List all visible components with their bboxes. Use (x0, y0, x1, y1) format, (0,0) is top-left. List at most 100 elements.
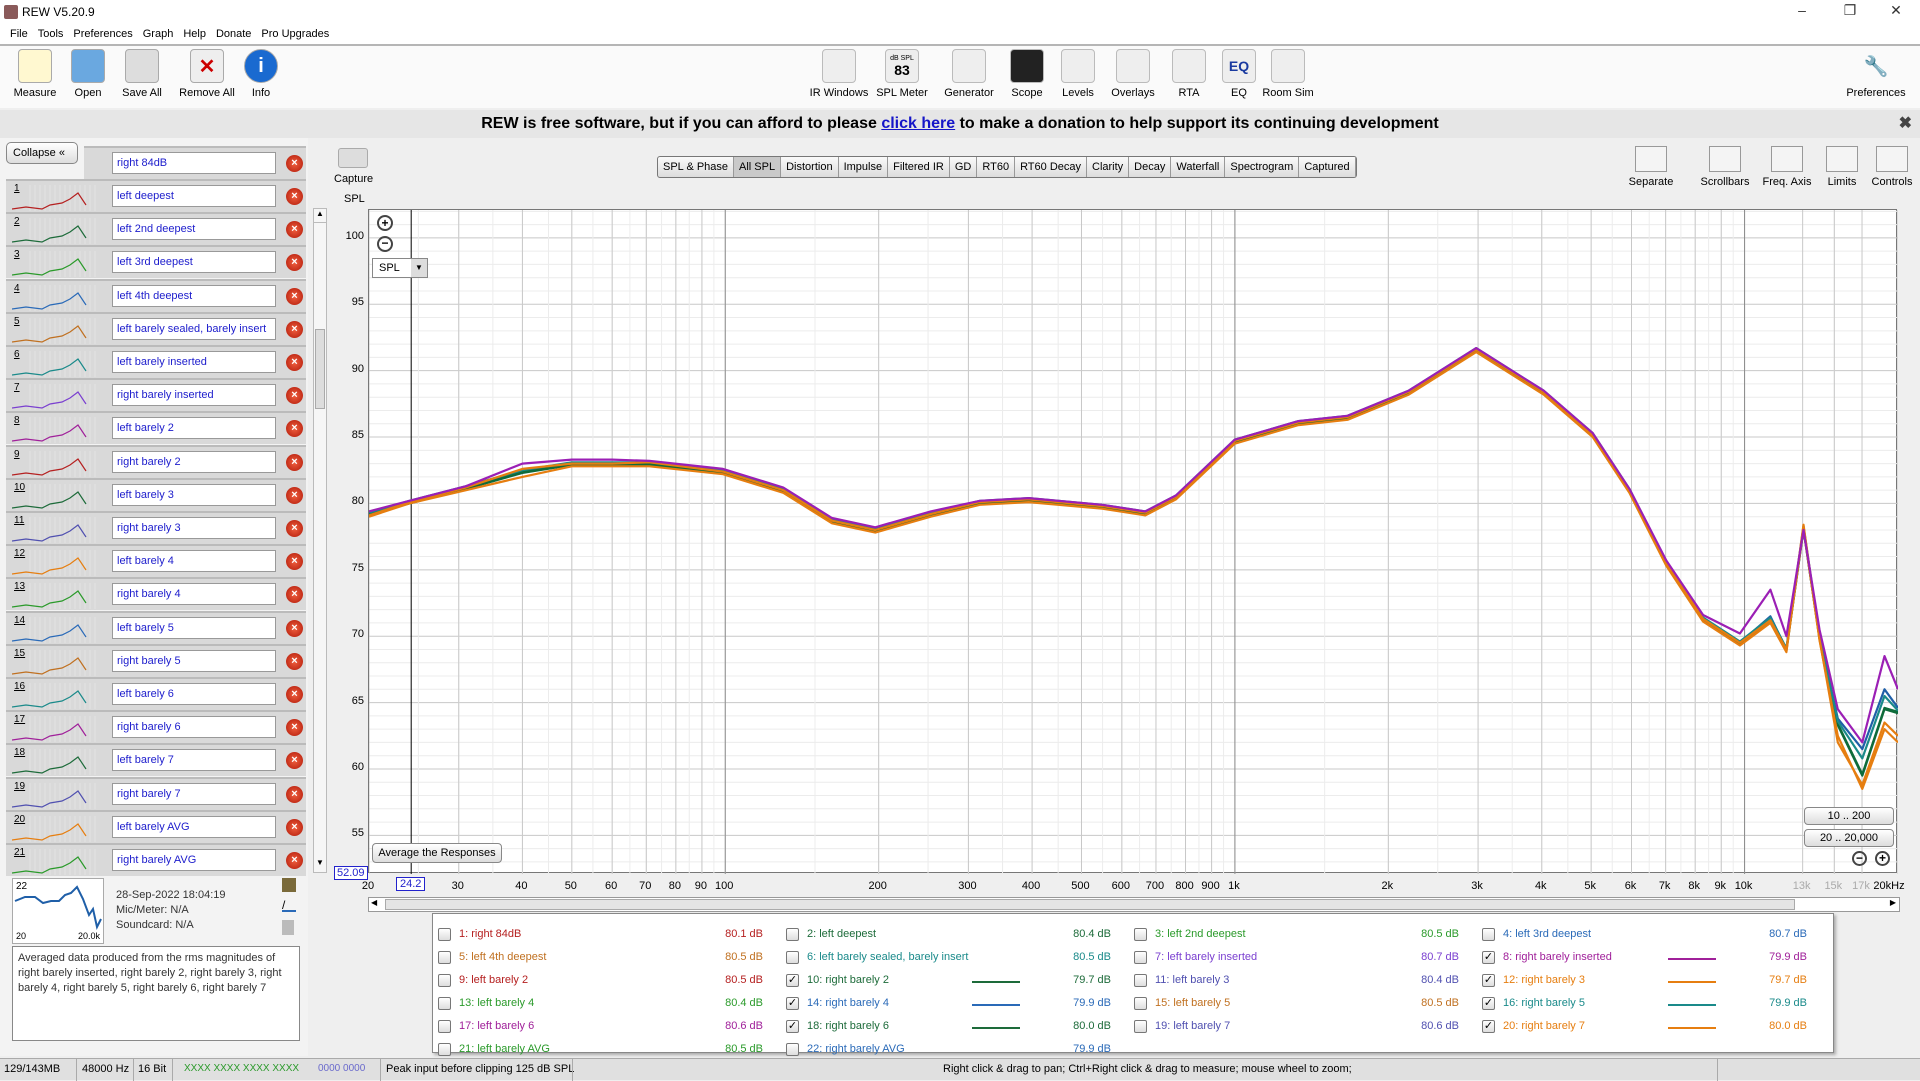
notes-icon[interactable] (282, 920, 294, 935)
legend-checkbox[interactable]: ✓ (1482, 974, 1495, 987)
measurement-name-field[interactable]: left barely 6 (112, 683, 276, 705)
measurement-name-field[interactable]: left barely 2 (112, 417, 276, 440)
delete-measurement-icon[interactable]: × (286, 686, 303, 703)
measurement-row[interactable]: right 84dB × (84, 146, 306, 179)
legend-checkbox[interactable]: ✓ (1482, 997, 1495, 1010)
tab-captured[interactable]: Captured (1299, 157, 1356, 177)
menu-donate[interactable]: Donate (216, 26, 251, 40)
delete-measurement-icon[interactable]: × (286, 619, 303, 637)
tab-decay[interactable]: Decay (1129, 157, 1172, 177)
delete-measurement-icon[interactable]: × (286, 520, 303, 537)
measurement-row[interactable]: 19 right barely 7 × (6, 776, 306, 810)
tab-waterfall[interactable]: Waterfall (1171, 157, 1226, 177)
close-banner-icon[interactable]: ✖ (1899, 110, 1912, 138)
measurement-row[interactable]: 16 left barely 6 × (6, 677, 306, 710)
average-responses-button[interactable]: Average the Responses (372, 843, 502, 863)
legend-checkbox[interactable]: ✓ (786, 974, 799, 987)
range-10-200-button[interactable]: 10 .. 200 (1804, 807, 1894, 825)
panel-scrollbar[interactable]: ▲ ▼ (313, 208, 327, 873)
measurement-row[interactable]: 21 right barely AVG × (6, 843, 306, 876)
delete-measurement-icon[interactable]: × (286, 586, 303, 604)
measurement-name-field[interactable]: right barely 3 (112, 517, 276, 539)
measurement-row[interactable]: 9 right barely 2 × (6, 444, 306, 478)
legend-checkbox[interactable] (438, 951, 451, 964)
measurement-row[interactable]: 3 left 3rd deepest × (6, 245, 306, 279)
measurement-row[interactable]: 15 right barely 5 × (6, 643, 306, 677)
tab-all-spl[interactable]: All SPL (734, 157, 782, 177)
controls-button[interactable]: Controls (1862, 146, 1920, 188)
tab-gd[interactable]: GD (950, 157, 978, 177)
legend-checkbox[interactable] (438, 997, 451, 1010)
measurement-row[interactable]: 6 left barely inserted × (6, 345, 306, 378)
measurement-name-field[interactable]: left barely 3 (112, 483, 276, 506)
edit-info-icon[interactable] (282, 878, 296, 892)
tab-clarity[interactable]: Clarity (1087, 157, 1130, 177)
legend-checkbox[interactable] (786, 928, 799, 941)
legend-checkbox[interactable] (1134, 997, 1147, 1010)
zoom-out-y-icon[interactable]: − (377, 236, 393, 252)
menu-preferences[interactable]: Preferences (73, 26, 132, 40)
tab-spl-phase[interactable]: SPL & Phase (658, 157, 735, 177)
tab-filtered-ir[interactable]: Filtered IR (888, 157, 950, 177)
scroll-right-icon[interactable]: ▶ (1890, 898, 1896, 907)
measurement-name-field[interactable]: right barely inserted (112, 384, 276, 407)
camera-icon[interactable] (338, 148, 368, 168)
legend-checkbox[interactable] (1134, 974, 1147, 987)
scroll-thumb[interactable] (315, 329, 325, 409)
legend-checkbox[interactable]: ✓ (786, 997, 799, 1010)
measurement-name-field[interactable]: right barely AVG (112, 849, 276, 871)
delete-measurement-icon[interactable]: × (286, 818, 303, 836)
legend-checkbox[interactable] (1134, 928, 1147, 941)
delete-measurement-icon[interactable]: × (286, 320, 303, 338)
scroll-left-icon[interactable]: ◀ (371, 898, 377, 907)
preferences-button[interactable]: 🔧 Preferences (1841, 49, 1911, 100)
measurement-name-field[interactable]: left 3rd deepest (112, 251, 276, 274)
measurement-row[interactable]: 13 right barely 4 × (6, 577, 306, 611)
plot-area[interactable]: + − SPL ▼ Average the Responses 10 .. 200… (368, 209, 1900, 874)
scrollbars-button[interactable]: Scrollbars (1695, 146, 1755, 188)
menu-help[interactable]: Help (183, 26, 206, 40)
zoom-in-x-icon[interactable]: + (1875, 851, 1890, 866)
measurement-name-field[interactable]: right barely 5 (112, 649, 276, 672)
legend-checkbox[interactable] (438, 1043, 451, 1056)
tab-distortion[interactable]: Distortion (781, 157, 839, 177)
legend-checkbox[interactable] (1134, 951, 1147, 964)
measurement-row[interactable]: 8 left barely 2 × (6, 411, 306, 445)
scroll-up-icon[interactable]: ▲ (314, 209, 326, 223)
measurement-name-field[interactable]: left barely AVG (112, 815, 276, 838)
measurement-name-field[interactable]: left barely sealed, barely insert (112, 317, 276, 340)
delete-measurement-icon[interactable]: × (286, 785, 303, 803)
legend-checkbox[interactable]: ✓ (786, 1020, 799, 1033)
measurement-row[interactable]: 5 left barely sealed, barely insert × (6, 311, 306, 345)
scroll-down-icon[interactable]: ▼ (314, 858, 326, 872)
legend-checkbox[interactable] (1134, 1020, 1147, 1033)
ir-windows-button[interactable]: IR Windows (804, 49, 874, 99)
separate-button[interactable]: Separate (1621, 146, 1681, 188)
measurement-name-field[interactable]: right barely 4 (112, 583, 276, 606)
menu-pro-upgrades[interactable]: Pro Upgrades (261, 26, 329, 40)
delete-measurement-icon[interactable]: × (286, 553, 303, 571)
measurement-row[interactable]: 20 left barely AVG × (6, 809, 306, 843)
delete-measurement-icon[interactable]: × (286, 354, 303, 371)
legend-checkbox[interactable] (786, 951, 799, 964)
save-all-button[interactable]: Save All (107, 49, 177, 99)
delete-measurement-icon[interactable]: × (286, 852, 303, 869)
collapse-button[interactable]: Collapse « (6, 142, 78, 164)
tab-rt60-decay[interactable]: RT60 Decay (1015, 157, 1087, 177)
delete-measurement-icon[interactable]: × (286, 486, 303, 504)
measurement-row[interactable]: 17 right barely 6 × (6, 710, 306, 744)
freq-axis-button[interactable]: Freq. Axis (1757, 146, 1817, 188)
measurement-name-field[interactable]: right barely 2 (112, 450, 276, 473)
legend-checkbox[interactable] (438, 1020, 451, 1033)
measurement-name-field[interactable]: left deepest (112, 185, 276, 207)
delete-measurement-icon[interactable]: × (286, 287, 303, 305)
delete-measurement-icon[interactable]: × (286, 221, 303, 239)
y-unit-select[interactable]: SPL ▼ (372, 258, 428, 278)
x-scrollbar[interactable]: ◀ ▶ (368, 897, 1900, 912)
delete-measurement-icon[interactable]: × (286, 254, 303, 272)
range-20-20000-button[interactable]: 20 .. 20,000 (1804, 829, 1894, 847)
menu-file[interactable]: File (10, 26, 28, 40)
measurement-row[interactable]: 1 left deepest × (6, 179, 306, 212)
tab-spectrogram[interactable]: Spectrogram (1225, 157, 1300, 177)
delete-measurement-icon[interactable]: × (286, 752, 303, 770)
